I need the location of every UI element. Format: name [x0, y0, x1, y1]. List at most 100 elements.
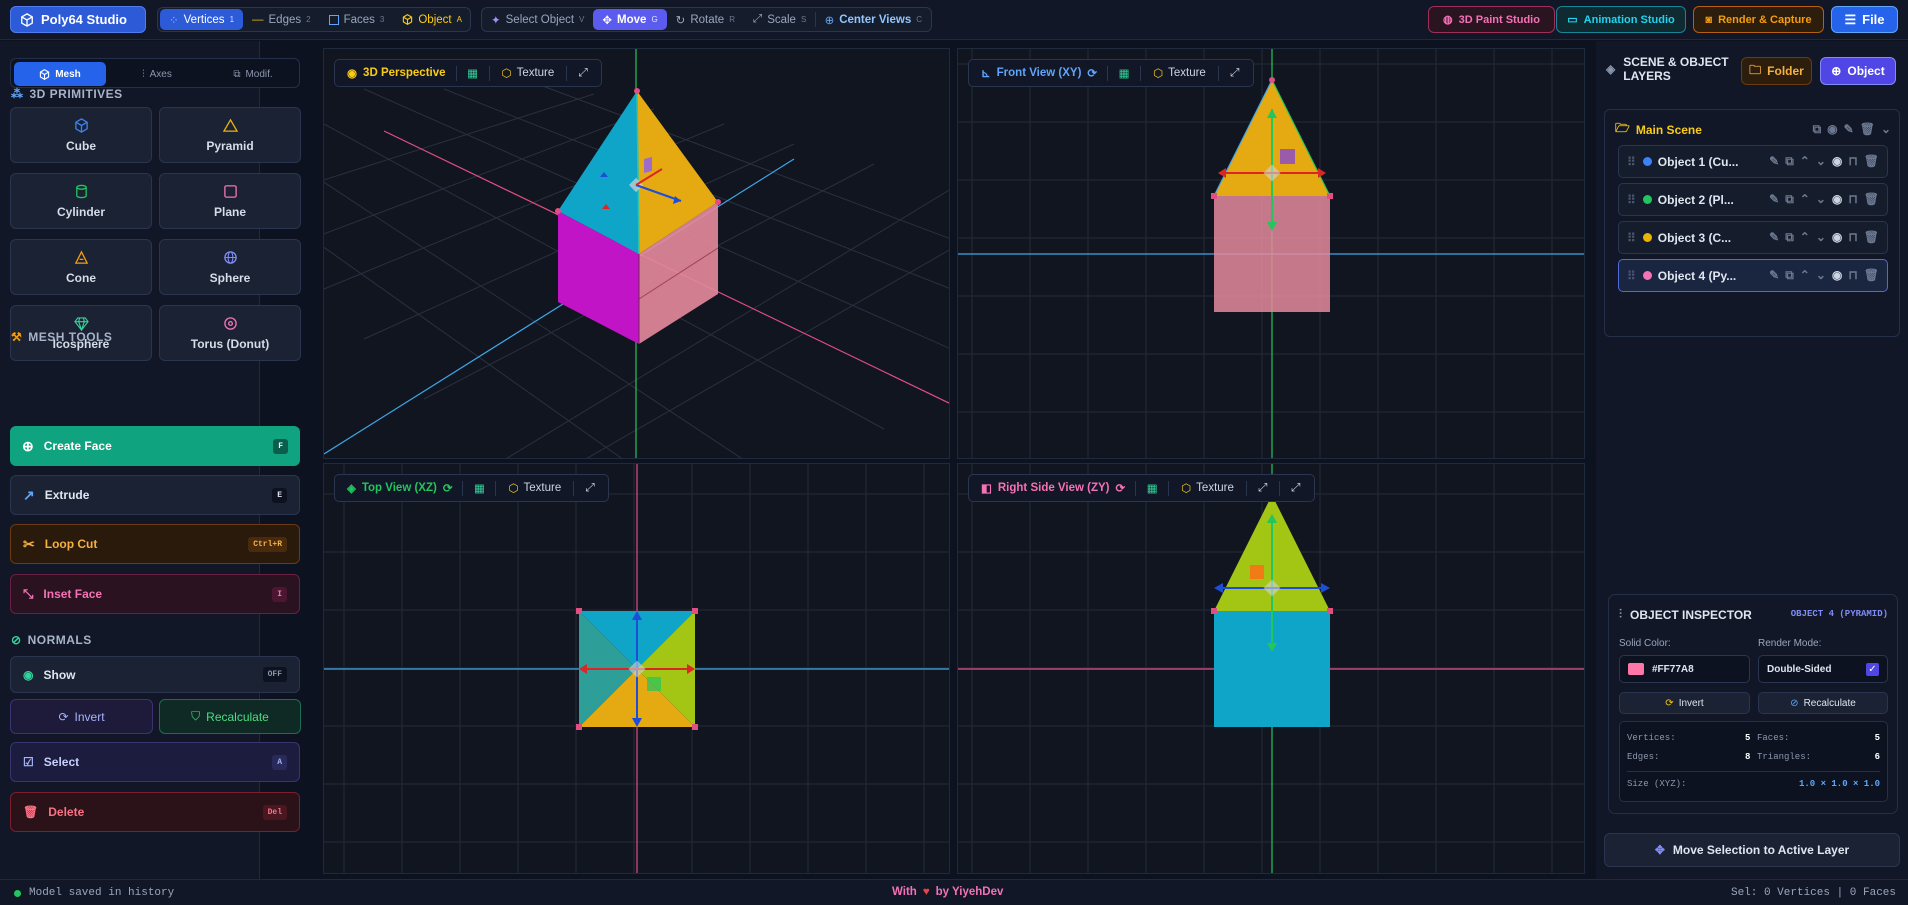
- layer-row[interactable]: ⠿ Object 2 (Pl... ✎ ⧉ ⌃ ⌄ ◉ ⊓ 🗑: [1618, 183, 1888, 216]
- layer-row-active[interactable]: ⠿ Object 4 (Py... ✎ ⧉ ⌃ ⌄ ◉ ⊓ 🗑: [1618, 259, 1888, 292]
- invert-normals-button[interactable]: ⟳ Invert: [10, 699, 153, 734]
- tab-modifiers[interactable]: ⧉ Modif.: [207, 62, 299, 86]
- layer-row[interactable]: ⠿ Object 3 (C... ✎ ⧉ ⌃ ⌄ ◉ ⊓ 🗑: [1618, 221, 1888, 254]
- chevron-down-icon[interactable]: ⌄: [1816, 154, 1826, 169]
- pencil-icon[interactable]: ✎: [1844, 122, 1854, 137]
- eye-icon[interactable]: ◉: [1832, 154, 1842, 169]
- mode-edges[interactable]: — Edges 2: [243, 8, 320, 31]
- tab-axes[interactable]: ⫶ Axes: [111, 62, 203, 86]
- file-menu-button[interactable]: ☰ File: [1831, 6, 1898, 33]
- pencil-icon[interactable]: ✎: [1769, 230, 1779, 245]
- sync-icon[interactable]: ⟳: [443, 481, 453, 495]
- texture-toggle[interactable]: ⬡ Texture: [494, 66, 563, 80]
- chevron-up-icon[interactable]: ⌃: [1800, 192, 1810, 207]
- maximize-icon[interactable]: ⤢: [1284, 478, 1308, 498]
- drag-handle-icon[interactable]: ⠿: [1619, 155, 1643, 169]
- solid-color-picker[interactable]: #FF77A8: [1619, 655, 1750, 683]
- recalculate-normals-button[interactable]: ⛉ Recalculate: [159, 699, 301, 734]
- extrude-button[interactable]: ↗ Extrude E: [10, 475, 300, 515]
- copy-icon[interactable]: ⧉: [1813, 122, 1822, 137]
- show-normals-toggle[interactable]: ◉ Show OFF: [10, 656, 300, 693]
- grid-toggle-icon[interactable]: ▦: [467, 478, 491, 498]
- pencil-icon[interactable]: ✎: [1769, 192, 1779, 207]
- drag-handle-icon[interactable]: ⠿: [1619, 193, 1643, 207]
- tool-scale[interactable]: ⤢ Scale S: [744, 8, 815, 31]
- trash-icon[interactable]: 🗑: [1864, 268, 1879, 283]
- texture-toggle[interactable]: ⬡ Texture: [1173, 481, 1242, 495]
- eye-icon[interactable]: ◉: [1832, 268, 1842, 283]
- credits-by[interactable]: by YiyehDev: [936, 886, 1004, 898]
- viewport-perspective[interactable]: ◉ 3D Perspective ▦ ⬡ Texture ⤢: [323, 48, 950, 459]
- drag-handle-icon[interactable]: ⠿: [1619, 269, 1643, 283]
- primitive-cube-button[interactable]: Cube: [10, 107, 152, 163]
- animation-studio-button[interactable]: ▭ Animation Studio: [1556, 6, 1686, 33]
- copy-icon[interactable]: ⧉: [1785, 192, 1794, 207]
- delete-button[interactable]: 🗑 Delete Del: [10, 792, 300, 832]
- chevron-down-icon[interactable]: ⌄: [1816, 268, 1826, 283]
- maximize-icon[interactable]: ⤢: [1251, 478, 1275, 498]
- lock-icon[interactable]: ⊓: [1848, 268, 1857, 283]
- primitive-sphere-button[interactable]: Sphere: [159, 239, 301, 295]
- maximize-icon[interactable]: ⤢: [578, 478, 602, 498]
- tool-rotate[interactable]: ↻ Rotate R: [667, 8, 744, 31]
- primitive-plane-button[interactable]: Plane: [159, 173, 301, 229]
- sync-icon[interactable]: ⟳: [1087, 66, 1097, 80]
- lock-icon[interactable]: ⊓: [1848, 192, 1857, 207]
- grid-toggle-icon[interactable]: ▦: [1112, 63, 1136, 83]
- tool-select-object[interactable]: ✦ Select Object V: [482, 8, 593, 31]
- tool-center-views[interactable]: ⊕ Center Views C: [816, 8, 931, 31]
- inspector-invert-button[interactable]: ⟳ Invert: [1619, 692, 1750, 714]
- grid-toggle-icon[interactable]: ▦: [1140, 478, 1164, 498]
- primitive-pyramid-button[interactable]: Pyramid: [159, 107, 301, 163]
- inset-face-button[interactable]: ⤡ Inset Face I: [10, 574, 300, 614]
- app-logo-button[interactable]: Poly64 Studio: [10, 6, 146, 33]
- add-folder-button[interactable]: 🗀 Folder: [1741, 57, 1812, 85]
- trash-icon[interactable]: 🗑: [1864, 192, 1879, 207]
- eye-icon[interactable]: ◉: [1832, 230, 1842, 245]
- checkbox-checked-icon[interactable]: ✓: [1866, 662, 1879, 676]
- chevron-up-icon[interactable]: ⌃: [1800, 154, 1810, 169]
- add-object-button[interactable]: ⊕ Object: [1820, 57, 1896, 85]
- loop-cut-button[interactable]: ✂ Loop Cut Ctrl+R: [10, 524, 300, 564]
- sync-icon[interactable]: ⟳: [1115, 481, 1125, 495]
- viewport-side[interactable]: ◧ Right Side View (ZY) ⟳ ▦ ⬡ Texture ⤢ ⤢: [957, 463, 1585, 874]
- mode-object[interactable]: Object A: [393, 8, 471, 31]
- viewport-top[interactable]: ◈ Top View (XZ) ⟳ ▦ ⬡ Texture ⤢: [323, 463, 950, 874]
- eye-icon[interactable]: ◉: [1827, 122, 1837, 137]
- maximize-icon[interactable]: ⤢: [1223, 63, 1247, 83]
- drag-handle-icon[interactable]: ⠿: [1619, 231, 1643, 245]
- color-swatch[interactable]: [1628, 663, 1644, 675]
- copy-icon[interactable]: ⧉: [1785, 230, 1794, 245]
- tool-move[interactable]: ✥ Move G: [593, 9, 667, 30]
- lock-icon[interactable]: ⊓: [1848, 230, 1857, 245]
- tab-mesh[interactable]: Mesh: [14, 62, 106, 86]
- paint-studio-button[interactable]: ◍ 3D Paint Studio: [1428, 6, 1555, 33]
- trash-icon[interactable]: 🗑: [1864, 230, 1879, 245]
- chevron-down-icon[interactable]: ⌄: [1816, 192, 1826, 207]
- chevron-down-icon[interactable]: ⌄: [1816, 230, 1826, 245]
- texture-toggle[interactable]: ⬡ Texture: [500, 481, 569, 495]
- grid-toggle-icon[interactable]: ▦: [461, 63, 485, 83]
- trash-icon[interactable]: 🗑: [1864, 154, 1879, 169]
- chevron-down-icon[interactable]: ⌄: [1881, 122, 1891, 137]
- select-button[interactable]: ☑ Select A: [10, 742, 300, 782]
- create-face-button[interactable]: ⊕ Create Face F: [10, 426, 300, 466]
- primitive-cylinder-button[interactable]: Cylinder: [10, 173, 152, 229]
- chevron-up-icon[interactable]: ⌃: [1800, 268, 1810, 283]
- render-mode-select[interactable]: Double-Sided ✓: [1758, 655, 1888, 683]
- maximize-icon[interactable]: ⤢: [571, 63, 595, 83]
- pencil-icon[interactable]: ✎: [1769, 268, 1779, 283]
- primitive-torus-button[interactable]: Torus (Donut): [159, 305, 301, 361]
- copy-icon[interactable]: ⧉: [1785, 268, 1794, 283]
- viewport-front[interactable]: ⊾ Front View (XY) ⟳ ▦ ⬡ Texture ⤢: [957, 48, 1585, 459]
- mode-faces[interactable]: Faces 3: [320, 8, 394, 31]
- layer-row[interactable]: ⠿ Object 1 (Cu... ✎ ⧉ ⌃ ⌄ ◉ ⊓ 🗑: [1618, 145, 1888, 178]
- render-capture-button[interactable]: ◙ Render & Capture: [1693, 6, 1824, 33]
- copy-icon[interactable]: ⧉: [1785, 154, 1794, 169]
- chevron-up-icon[interactable]: ⌃: [1800, 230, 1810, 245]
- mode-vertices[interactable]: ⁘ Vertices 1: [160, 9, 244, 30]
- primitive-cone-button[interactable]: Cone: [10, 239, 152, 295]
- eye-icon[interactable]: ◉: [1832, 192, 1842, 207]
- trash-icon[interactable]: 🗑: [1860, 122, 1875, 137]
- lock-icon[interactable]: ⊓: [1848, 154, 1857, 169]
